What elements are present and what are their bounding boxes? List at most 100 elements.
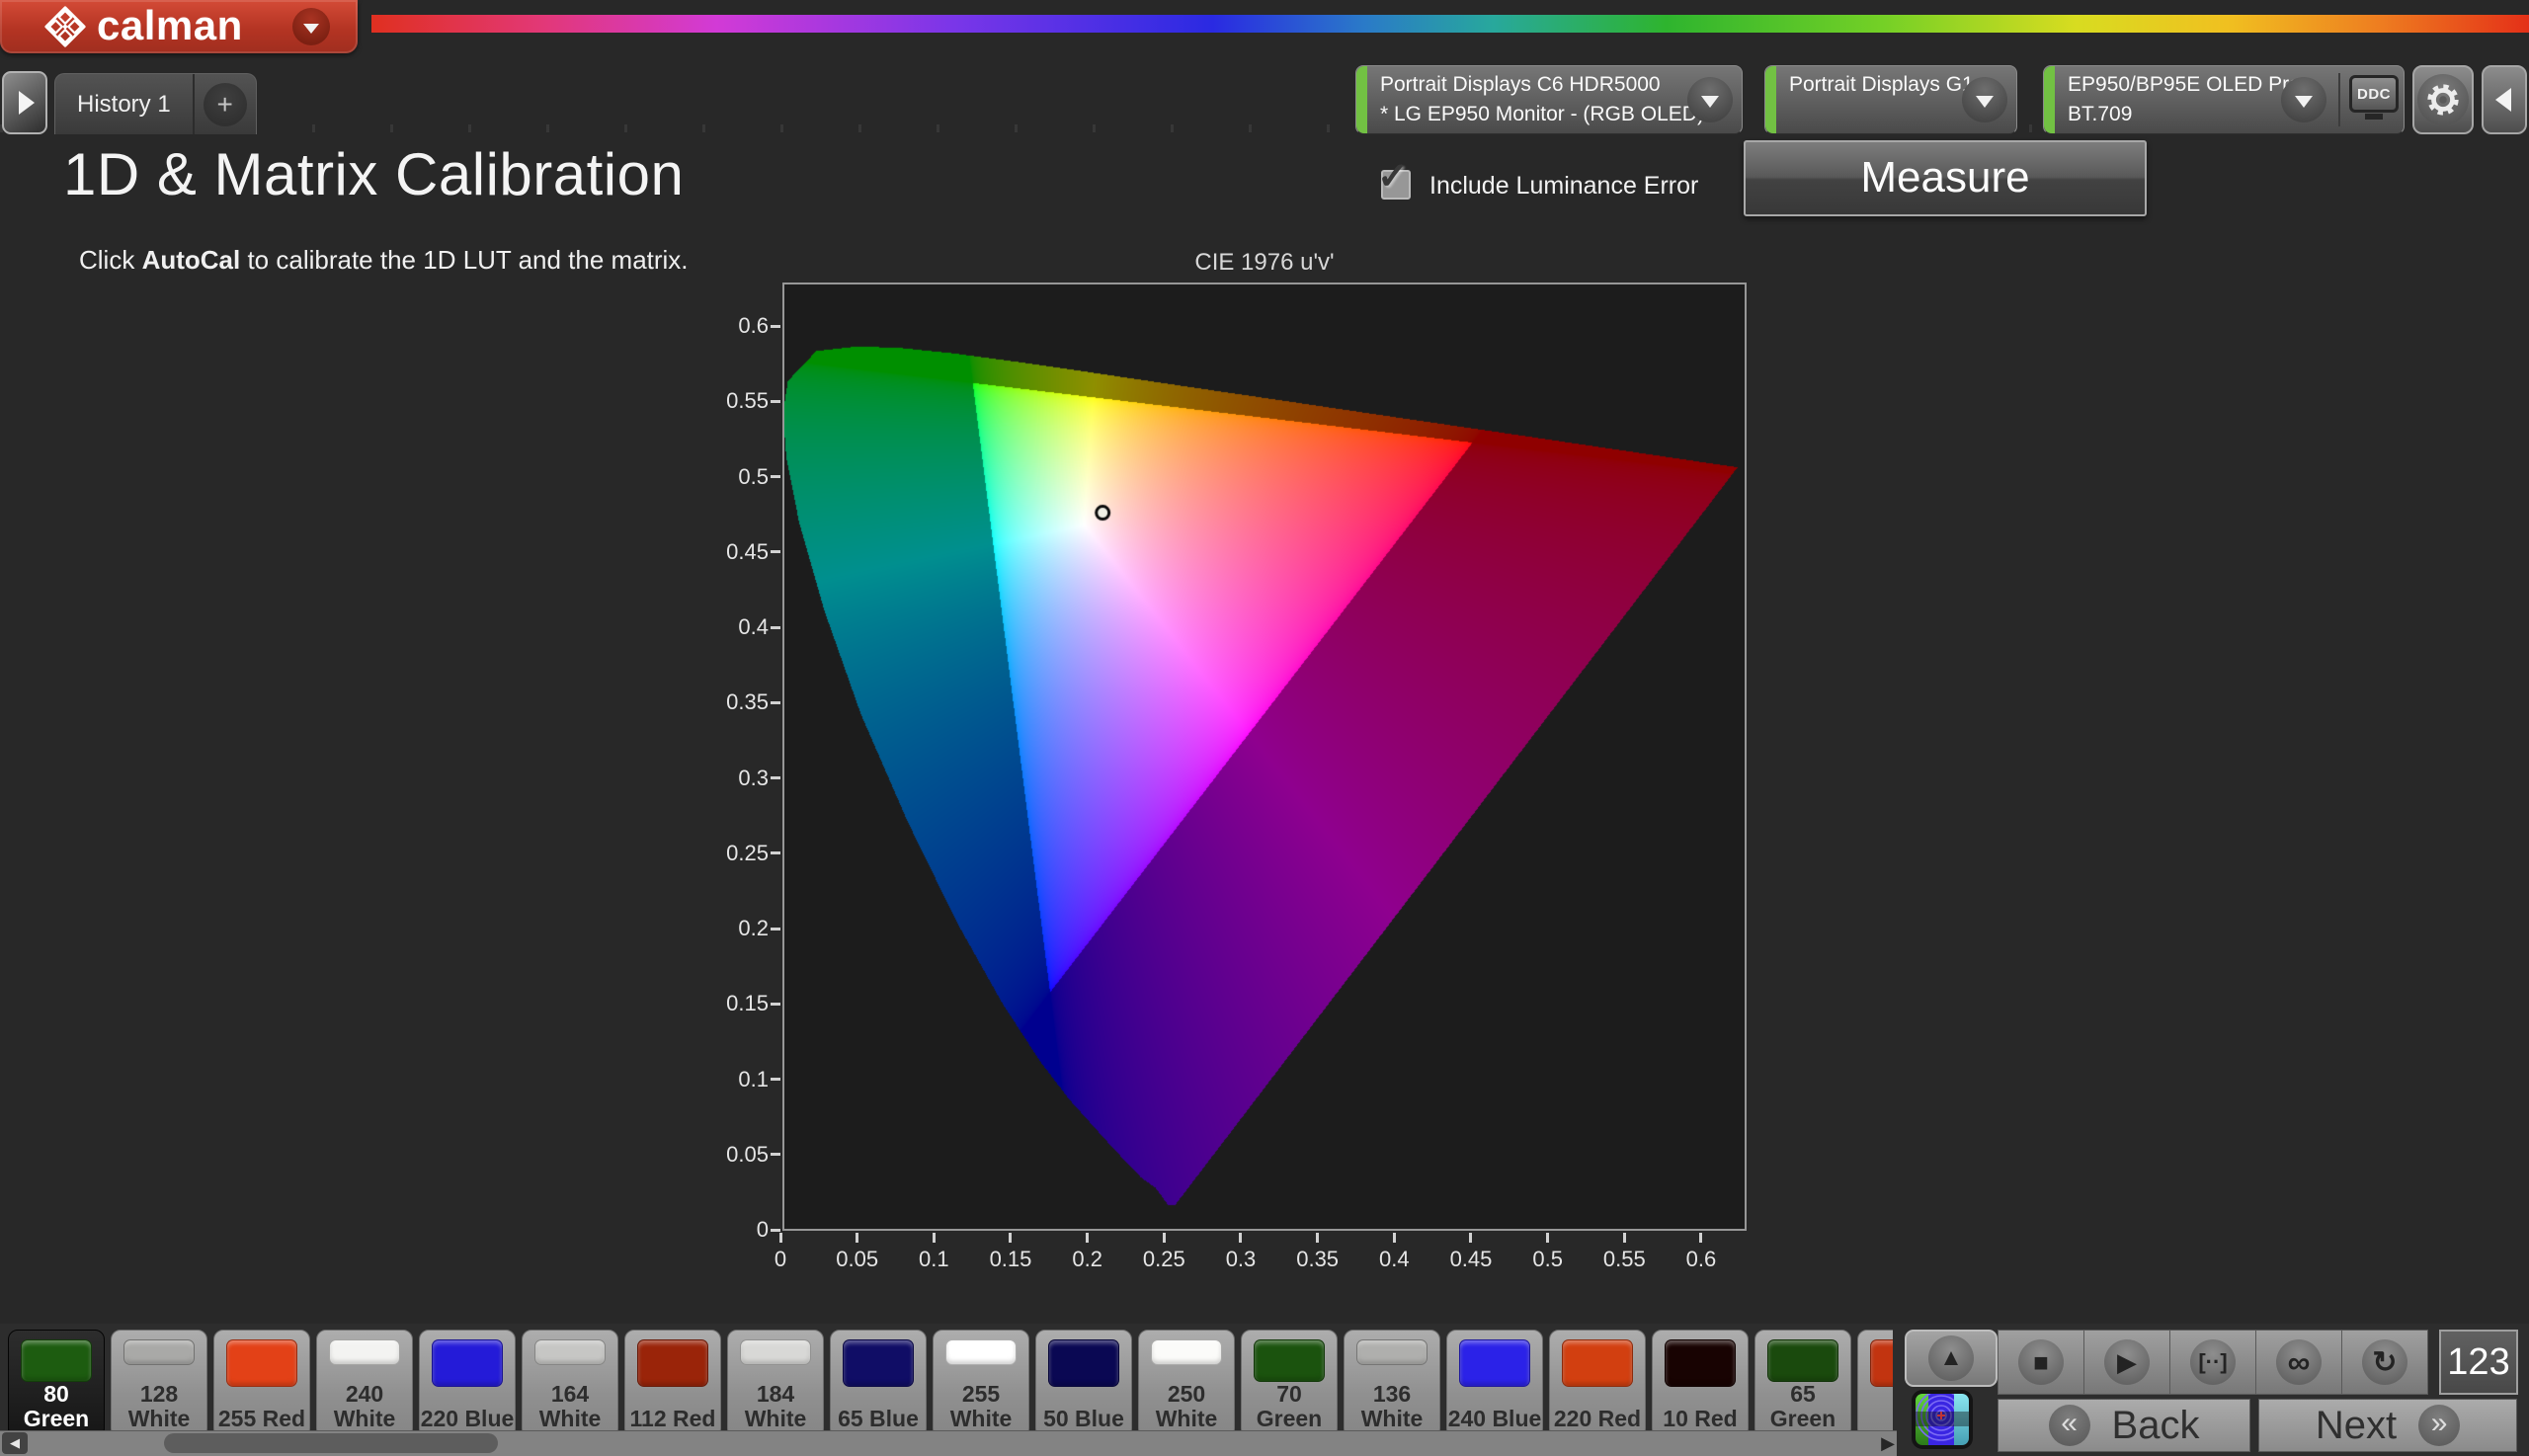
logo-menu-caret[interactable] bbox=[292, 8, 330, 45]
pattern-preview-thumbnail[interactable] bbox=[1911, 1389, 1974, 1450]
pattern-patch-card[interactable]: 65 Blue bbox=[830, 1330, 927, 1438]
patch-label: 184 White bbox=[728, 1382, 823, 1437]
display-dropdown-caret[interactable] bbox=[2281, 77, 2326, 122]
patch-label-line2: White bbox=[728, 1407, 823, 1431]
patch-label-line1: 220 Blue bbox=[420, 1407, 515, 1431]
y-tick bbox=[771, 928, 780, 930]
play-button[interactable]: ▶ bbox=[2083, 1330, 2170, 1395]
pattern-patch-card[interactable]: 255 White bbox=[933, 1330, 1029, 1438]
patch-label-line1: 184 bbox=[728, 1382, 823, 1407]
calman-diamond-icon bbox=[43, 5, 87, 53]
x-tick bbox=[1009, 1233, 1012, 1243]
patch-color-swatch bbox=[1048, 1339, 1119, 1387]
pattern-patch-card[interactable]: 255 Red bbox=[213, 1330, 310, 1438]
instruction-prefix: Click bbox=[79, 245, 142, 275]
repeat-button[interactable]: ↻ bbox=[2341, 1330, 2428, 1395]
patch-color-swatch bbox=[1767, 1339, 1838, 1382]
patch-color-swatch bbox=[534, 1339, 606, 1365]
calman-logo-panel[interactable]: calman bbox=[0, 0, 358, 53]
scroll-left-button[interactable]: ◀ bbox=[2, 1432, 28, 1454]
patch-label: 240 White bbox=[317, 1382, 412, 1437]
next-chevrons-icon: » bbox=[2418, 1405, 2460, 1446]
patch-color-swatch bbox=[1665, 1339, 1736, 1387]
settings-button[interactable] bbox=[2412, 65, 2474, 134]
patch-label-line1: 70 Green bbox=[1242, 1382, 1337, 1431]
patch-label: 65 Green bbox=[1755, 1382, 1850, 1437]
pattern-patch-card[interactable]: 65 Green bbox=[1754, 1330, 1851, 1438]
stop-button[interactable]: ■ bbox=[1998, 1330, 2084, 1395]
pattern-patch-card[interactable]: 136 White bbox=[1344, 1330, 1440, 1438]
y-tick bbox=[771, 776, 780, 779]
next-button[interactable]: Next » bbox=[2258, 1399, 2517, 1452]
pattern-patch-card[interactable]: 220 Red bbox=[1549, 1330, 1646, 1438]
cie-chromaticity-canvas bbox=[784, 284, 1745, 1229]
continuous-button[interactable]: ∞ bbox=[2255, 1330, 2342, 1395]
patch-label-line1: 255 bbox=[934, 1382, 1028, 1407]
checkmark-icon: ✓ bbox=[1377, 154, 1409, 199]
step-button[interactable]: [··] bbox=[2169, 1330, 2256, 1395]
x-tick bbox=[1086, 1233, 1089, 1243]
patch-label-line1: 128 bbox=[112, 1382, 206, 1407]
patch-color-swatch bbox=[843, 1339, 914, 1387]
pattern-scrollbar-thumb[interactable] bbox=[164, 1433, 498, 1453]
collapse-panel-button[interactable] bbox=[2482, 65, 2527, 134]
patch-label-line1: 10 Red bbox=[1653, 1407, 1748, 1431]
add-tab-button[interactable]: + bbox=[193, 74, 256, 134]
infinity-icon: ∞ bbox=[2276, 1339, 2322, 1385]
pattern-patch-card[interactable]: 240 White bbox=[316, 1330, 413, 1438]
back-button[interactable]: « Back bbox=[1998, 1399, 2250, 1452]
display-dropdown[interactable]: EP950/BP95E OLED Pro BT.709 DDC bbox=[2043, 65, 2405, 134]
patch-label-line1: 136 bbox=[1345, 1382, 1439, 1407]
play-icon: ▶ bbox=[2104, 1339, 2150, 1385]
y-tick bbox=[771, 1003, 780, 1006]
pattern-patch-card[interactable]: 128 White bbox=[111, 1330, 207, 1438]
patch-label: 164 White bbox=[523, 1382, 617, 1437]
y-tick-label: 0 bbox=[674, 1217, 769, 1243]
x-tick bbox=[1623, 1233, 1626, 1243]
pattern-patch-card[interactable]: 70 Green bbox=[1241, 1330, 1338, 1438]
pattern-patch-card[interactable]: 10 Red bbox=[1652, 1330, 1749, 1438]
y-tick bbox=[771, 1153, 780, 1156]
tab-label: History 1 bbox=[55, 91, 193, 119]
workflow-expander-button[interactable] bbox=[2, 71, 47, 134]
patch-label-line2: White bbox=[317, 1407, 412, 1431]
x-tick bbox=[933, 1233, 936, 1243]
caret-down-icon bbox=[303, 24, 319, 34]
ddc-monitor-icon: DDC bbox=[2349, 75, 2399, 113]
chart-title: CIE 1976 u'v' bbox=[782, 249, 1747, 277]
pattern-patch-card[interactable]: 184 White bbox=[727, 1330, 824, 1438]
meter-dropdown-caret[interactable] bbox=[1687, 77, 1733, 122]
meter-dropdown[interactable]: Portrait Displays C6 HDR5000 * LG EP950 … bbox=[1355, 65, 1743, 134]
include-luminance-label: Include Luminance Error bbox=[1429, 172, 1698, 201]
pattern-patch-card[interactable]: 164 White bbox=[522, 1330, 618, 1438]
pattern-patch-card[interactable]: 250 White bbox=[1138, 1330, 1235, 1438]
tab-history-1[interactable]: History 1 + bbox=[54, 73, 257, 134]
pattern-patch-card[interactable]: 220 Blue bbox=[419, 1330, 516, 1438]
y-tick-label: 0.25 bbox=[674, 841, 769, 866]
y-tick-label: 0.05 bbox=[674, 1142, 769, 1168]
pattern-patch-card[interactable]: 240 Blue bbox=[1446, 1330, 1543, 1438]
y-tick-label: 0.3 bbox=[674, 766, 769, 791]
source-dropdown-caret[interactable] bbox=[1962, 77, 2007, 122]
patch-label-line2: White bbox=[1345, 1407, 1439, 1431]
patch-label: 250 White bbox=[1139, 1382, 1234, 1437]
patch-color-swatch bbox=[1870, 1339, 1893, 1387]
pattern-patch-card[interactable]: 50 Blue bbox=[1035, 1330, 1132, 1438]
pattern-patch-card[interactable]: 80 Green bbox=[8, 1330, 105, 1438]
x-tick bbox=[856, 1233, 858, 1243]
y-tick bbox=[771, 626, 780, 629]
pattern-patch-card[interactable]: 16 bbox=[1857, 1330, 1893, 1438]
patch-color-swatch bbox=[329, 1339, 400, 1365]
patch-label-line1: 164 bbox=[523, 1382, 617, 1407]
patch-label-line1: 255 Red bbox=[214, 1407, 309, 1431]
y-tick-label: 0.1 bbox=[674, 1067, 769, 1092]
repeat-icon: ↻ bbox=[2362, 1339, 2407, 1385]
patch-label-line2: White bbox=[523, 1407, 617, 1431]
pattern-patch-card[interactable]: 112 Red bbox=[624, 1330, 721, 1438]
source-dropdown[interactable]: Portrait Displays G1 bbox=[1764, 65, 2017, 134]
y-tick-label: 0.55 bbox=[674, 388, 769, 414]
monitor-stand bbox=[2365, 114, 2383, 120]
ddc-control-button[interactable]: DDC bbox=[2349, 75, 2399, 126]
measure-button[interactable]: Measure bbox=[1744, 140, 2147, 216]
pattern-window-expand-button[interactable]: ▲ bbox=[1905, 1330, 1998, 1387]
